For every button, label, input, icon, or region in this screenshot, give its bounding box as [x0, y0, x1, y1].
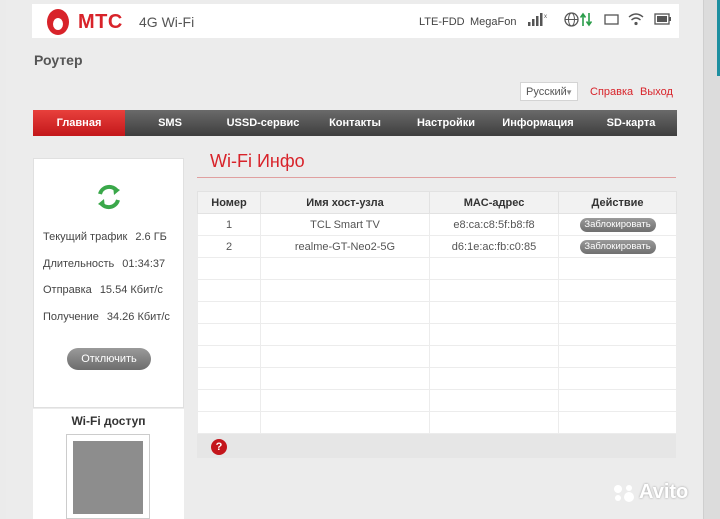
column-header-number: Номер [197, 191, 261, 214]
updown-arrows-icon [580, 12, 592, 27]
stat-upload: Отправка 15.54 Кбит/с [43, 284, 163, 296]
network-type: LTE-FDD [419, 16, 465, 28]
wifi-access-panel: Wi-Fi доступ [33, 409, 184, 519]
nav-tab-sms[interactable]: SMS [140, 110, 200, 136]
svg-text:x: x [544, 14, 547, 20]
stat-upload-label: Отправка [43, 284, 92, 296]
nav-tab-home[interactable]: Главная [33, 110, 125, 136]
nav-tab-sdcard[interactable]: SD-карта [593, 110, 669, 136]
row-action-cell: Заблокировать [558, 213, 677, 236]
table-row: 2 realme-GT-Neo2-5G d6:1e:ac:fb:c0:85 За… [197, 235, 677, 258]
table-row-empty [197, 323, 677, 346]
language-select[interactable]: Русский ▼ [520, 82, 578, 101]
block-device-button[interactable]: Заблокировать [579, 217, 656, 232]
row-mac: e8:ca:c8:5f:b8:f8 [429, 213, 559, 236]
nav-tab-contacts[interactable]: Контакты [316, 110, 394, 136]
row-action-cell: Заблокировать [558, 235, 677, 258]
operator-name: MegaFon [470, 16, 517, 28]
connection-status-panel: Текущий трафик 2.6 ГБ Длительность 01:34:3… [33, 158, 184, 408]
sim-icon [604, 14, 619, 25]
refresh-icon [98, 184, 120, 210]
column-header-mac: MAC-адрес [429, 191, 559, 214]
table-row-empty [197, 345, 677, 368]
row-hostname: realme-GT-Neo2-5G [260, 235, 430, 258]
stat-download-label: Получение [43, 311, 99, 323]
battery-icon [654, 13, 671, 25]
wifi-info-title: Wi-Fi Инфо [210, 151, 305, 171]
page-edge [703, 0, 720, 519]
table-header-row: Номер Имя хост-узла MAC-адрес Действие [197, 191, 677, 214]
block-device-button[interactable]: Заблокировать [579, 239, 656, 254]
help-link[interactable]: Справка [590, 86, 633, 98]
disconnect-button[interactable]: Отключить [67, 348, 151, 370]
title-divider [197, 177, 676, 178]
page-title: Роутер [34, 52, 83, 68]
wifi-access-title: Wi-Fi доступ [71, 414, 146, 428]
avito-watermark: Avito [612, 481, 688, 504]
product-name: 4G Wi-Fi [139, 14, 195, 30]
stat-traffic: Текущий трафик 2.6 ГБ [43, 231, 167, 243]
help-question-icon[interactable]: ? [211, 439, 227, 455]
logout-link[interactable]: Выход [640, 86, 673, 98]
wifi-qr-code [66, 434, 150, 519]
stat-duration-label: Длительность [43, 258, 115, 270]
row-number: 2 [197, 235, 261, 258]
table-row-empty [197, 411, 677, 434]
signal-icon: x [528, 13, 547, 26]
avito-dots-icon [614, 484, 634, 502]
table-row-empty [197, 257, 677, 280]
table-row-empty [197, 301, 677, 324]
table-row: 1 TCL Smart TV e8:ca:c8:5f:b8:f8 Заблоки… [197, 213, 677, 236]
nav-tab-info[interactable]: Информация [495, 110, 581, 136]
stat-download-value: 34.26 Кбит/с [106, 311, 170, 323]
header-bar: МТС 4G Wi-Fi LTE-FDD MegaFon x [32, 4, 679, 38]
column-header-action: Действие [558, 191, 677, 214]
table-footer-bar: ? [197, 434, 676, 458]
row-number: 1 [197, 213, 261, 236]
main-nav: Главная SMS USSD-сервис Контакты Настрой… [33, 110, 677, 136]
stat-upload-value: 15.54 Кбит/с [99, 284, 163, 296]
row-hostname: TCL Smart TV [260, 213, 430, 236]
stat-download: Получение 34.26 Кбит/с [43, 311, 170, 323]
brand-name: МТС [78, 11, 123, 33]
column-header-hostname: Имя хост-узла [260, 191, 430, 214]
globe-icon [564, 12, 579, 27]
stat-traffic-value: 2.6 ГБ [135, 231, 167, 243]
table-row-empty [197, 367, 677, 390]
avito-watermark-text: Avito [639, 481, 689, 503]
stat-traffic-label: Текущий трафик [43, 231, 128, 243]
row-mac: d6:1e:ac:fb:c0:85 [429, 235, 559, 258]
table-row-empty [197, 389, 677, 412]
chevron-down-icon: ▼ [565, 88, 573, 97]
stat-duration-value: 01:34:37 [122, 258, 166, 270]
stat-duration: Длительность 01:34:37 [43, 258, 165, 270]
qr-image [73, 441, 143, 514]
language-select-value: Русский [526, 86, 567, 98]
nav-tab-settings[interactable]: Настройки [406, 110, 486, 136]
connected-hosts-table: Номер Имя хост-узла MAC-адрес Действие 1… [197, 191, 677, 434]
wifi-icon [628, 13, 644, 26]
mts-egg-logo-icon [47, 9, 69, 35]
table-row-empty [197, 279, 677, 302]
nav-tab-ussd[interactable]: USSD-сервис [213, 110, 313, 136]
